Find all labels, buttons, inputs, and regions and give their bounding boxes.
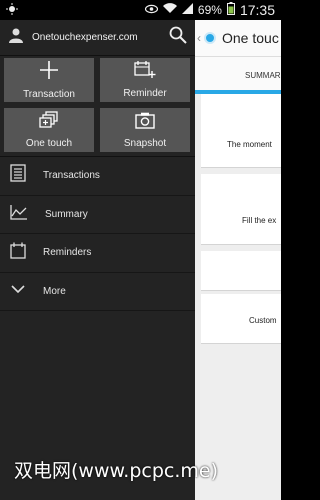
tile-label: Snapshot [123, 137, 167, 149]
tile-label: Reminder [123, 88, 167, 99]
add-transaction-button[interactable]: Transaction [4, 58, 94, 102]
calendar-icon [10, 242, 26, 264]
one-touch-button[interactable]: One touch [4, 108, 94, 152]
search-icon[interactable] [169, 26, 187, 49]
menu-label: Transactions [43, 170, 100, 182]
status-bar: 69% 17:35 [0, 0, 281, 20]
app-title: One touc [222, 30, 279, 46]
card-text: The moment [227, 140, 272, 149]
account-email: Onetouchexpenser.com [32, 32, 138, 43]
battery-icon [226, 2, 235, 18]
card[interactable] [201, 251, 281, 291]
app-logo-icon[interactable] [204, 32, 216, 44]
add-reminder-button[interactable]: Reminder [100, 58, 190, 102]
chevron-down-icon [10, 282, 26, 300]
drawer-header: Onetouchexpenser.com [0, 20, 195, 56]
signal-icon [181, 3, 193, 17]
wifi-icon [162, 3, 177, 17]
app-bar: ‹ One touc [195, 20, 281, 56]
weather-icon [6, 2, 18, 18]
tile-label: One touch [25, 138, 73, 149]
chart-line-icon [10, 204, 28, 225]
quick-actions: Transaction Reminder One touch Snapshot [0, 56, 195, 157]
plus-icon [39, 60, 59, 85]
tab-bar: SUMMAR [195, 56, 281, 94]
card[interactable]: Custom [201, 294, 281, 344]
menu-item-transactions[interactable]: Transactions [0, 157, 195, 196]
battery-percent: 69% [197, 3, 222, 17]
card-text: Fill the ex [242, 216, 277, 225]
tab-summary[interactable]: SUMMAR [245, 71, 281, 80]
card[interactable]: The moment [201, 94, 281, 168]
navigation-drawer: Onetouchexpenser.com Transaction Reminde… [0, 20, 195, 500]
card-text: Custom [249, 316, 277, 325]
eye-icon [144, 3, 159, 17]
menu-label: More [43, 285, 66, 297]
drawer-menu: Transactions Summary Reminders More [0, 157, 195, 311]
main-panel: ‹ One touc SUMMAR The moment Fill the ex… [195, 20, 281, 500]
list-icon [10, 164, 26, 187]
tile-label: Transaction [23, 89, 75, 100]
menu-item-reminders[interactable]: Reminders [0, 234, 195, 273]
watermark: 双电网(www.pcpc.me) [14, 460, 218, 482]
menu-label: Reminders [43, 247, 92, 259]
card[interactable]: Fill the ex [201, 174, 281, 245]
snapshot-button[interactable]: Snapshot [100, 108, 190, 152]
account-avatar-icon[interactable] [8, 27, 24, 48]
one-touch-icon [39, 111, 59, 134]
menu-item-more[interactable]: More [0, 273, 195, 311]
back-chevron-icon[interactable]: ‹ [197, 31, 201, 45]
camera-icon [135, 112, 155, 134]
clock: 17:35 [239, 2, 275, 18]
menu-label: Summary [45, 208, 88, 220]
reminder-add-icon [134, 61, 156, 84]
menu-item-summary[interactable]: Summary [0, 196, 195, 234]
